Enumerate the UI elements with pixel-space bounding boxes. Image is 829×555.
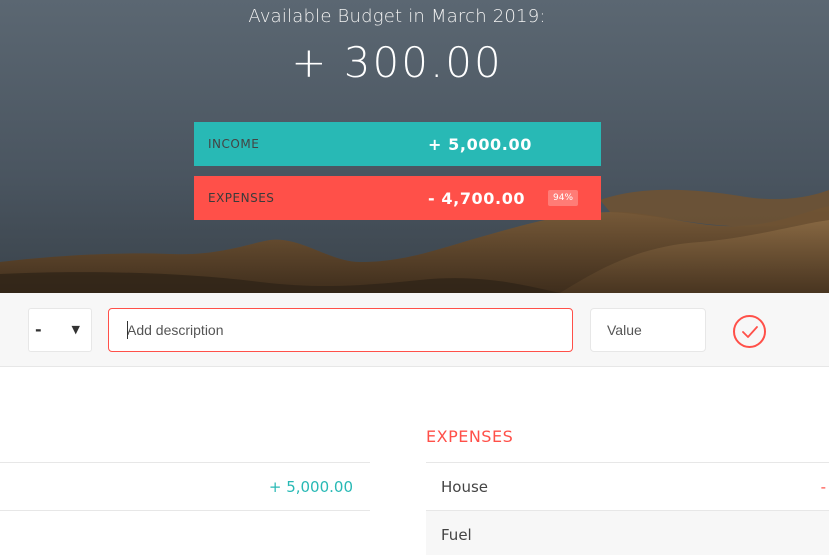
expenses-label: EXPENSES [208, 191, 275, 205]
income-value: + 5,000.00 [428, 134, 532, 154]
type-select-value: - [35, 320, 42, 339]
income-label: INCOME [208, 137, 260, 151]
chevron-down-icon: ▼ [71, 323, 80, 336]
value-input[interactable] [590, 308, 706, 352]
expense-item-value: - [820, 478, 826, 496]
checkmark-icon [742, 326, 758, 338]
budget-header: Available Budget in March 2019: + 300.00… [0, 0, 829, 293]
expenses-summary: EXPENSES - 4,700.00 94% [194, 176, 601, 220]
expense-list-item: Fuel [426, 510, 829, 555]
expenses-value: - 4,700.00 [428, 188, 526, 208]
description-input[interactable] [108, 308, 573, 352]
income-item-value: + 5,000.00 [268, 478, 353, 496]
income-summary: INCOME + 5,000.00 [194, 122, 601, 166]
expense-item-description: Fuel [441, 526, 472, 544]
income-list-item: + 5,000.00 [0, 462, 370, 511]
expenses-list-title: EXPENSES [426, 427, 514, 446]
text-cursor [127, 321, 128, 339]
expense-item-description: House [441, 478, 489, 496]
expense-list-item: House - [426, 462, 829, 509]
budget-title: Available Budget in March 2019: [248, 6, 546, 27]
add-item-bar: - ▼ [0, 293, 829, 367]
budget-value: + 300.00 [291, 38, 503, 87]
type-select[interactable]: - ▼ [28, 308, 92, 352]
expenses-percentage-badge: 94% [548, 190, 579, 206]
add-button[interactable] [733, 315, 766, 348]
